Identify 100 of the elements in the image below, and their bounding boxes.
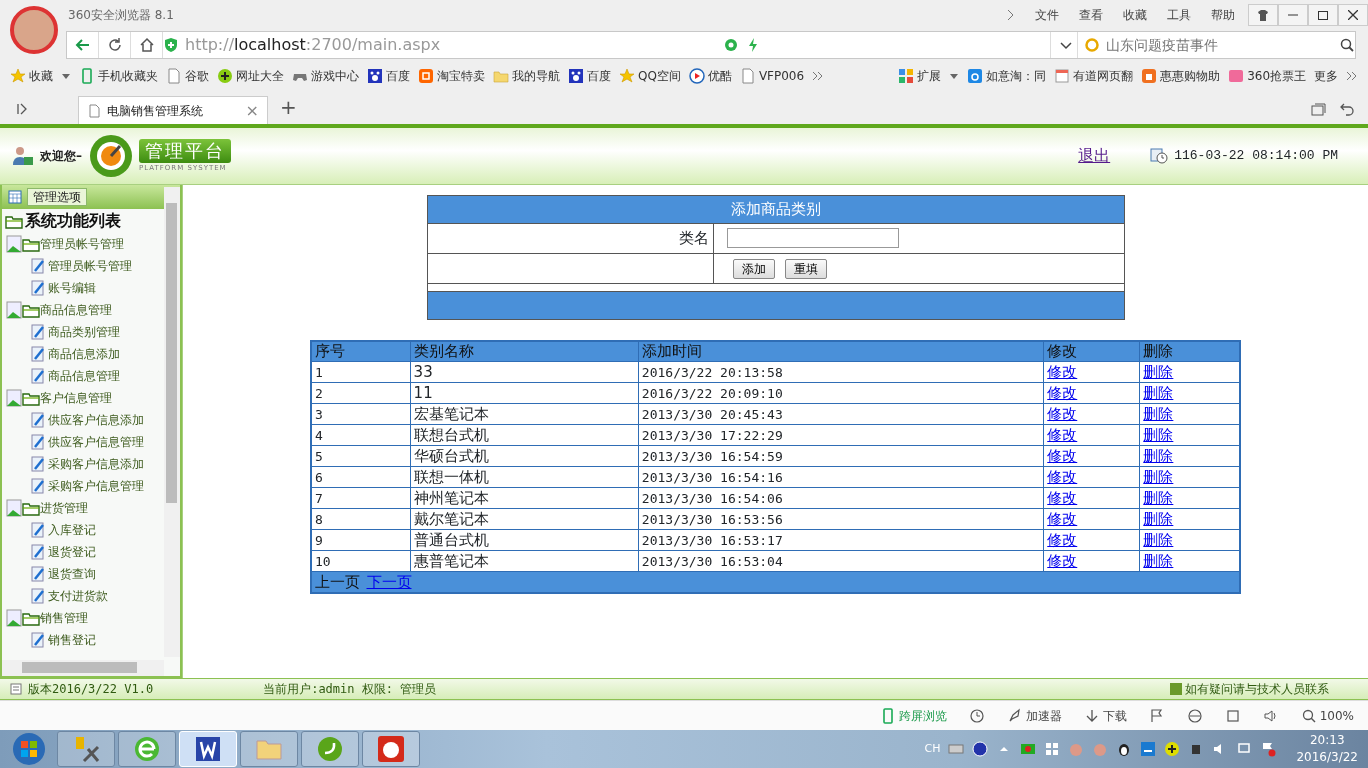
flag-icon[interactable] <box>1260 741 1277 758</box>
menu-item[interactable]: 收藏 <box>1123 6 1147 24</box>
speaker-button[interactable] <box>1262 707 1279 724</box>
menu-item[interactable]: 文件 <box>1035 6 1059 24</box>
tree-item[interactable]: 支付进货款 <box>48 586 108 605</box>
bookmark-link[interactable]: QQ空间 <box>619 67 681 85</box>
bookmark-link[interactable]: 扩展 <box>898 67 942 85</box>
column-header: 序号 <box>311 340 411 362</box>
bookmark-link[interactable]: 优酷 <box>688 67 732 85</box>
tree-root-label: 系统功能列表 <box>25 209 121 232</box>
menu-item[interactable]: 帮助 <box>1211 6 1235 24</box>
bookmark-link[interactable]: 百度 <box>367 67 410 85</box>
window-title: 360安全浏览器 8.1 <box>68 7 174 24</box>
help-text: 如有疑问请与技术人员联系 <box>1185 681 1329 699</box>
maximize-button[interactable] <box>1308 4 1338 26</box>
status-button[interactable]: 100% <box>1300 706 1354 725</box>
paw-icon <box>568 68 584 84</box>
table-cell: 2013/3/30 16:54:59 <box>638 445 1044 467</box>
bookmark-link[interactable]: 淘宝特卖 <box>418 67 485 85</box>
bookmark-link[interactable]: 有道网页翻 <box>1054 67 1134 85</box>
status-button[interactable]: 加速器 <box>1006 706 1062 725</box>
window-button[interactable] <box>1224 707 1241 724</box>
bookmark-link[interactable]: 手机收藏夹 <box>79 67 158 85</box>
name-field[interactable] <box>726 228 899 249</box>
table-cell: 神州笔记本 <box>410 487 639 509</box>
bookmark-link[interactable]: 游戏中心 <box>292 67 359 85</box>
close-button[interactable] <box>1338 4 1368 26</box>
browser-tab[interactable]: 电脑销售管理系统 × <box>78 96 268 124</box>
bookmark-link[interactable]: 百度 <box>568 67 611 85</box>
form-button[interactable]: 添加 <box>733 259 775 280</box>
bookmark-link[interactable]: 更多 <box>1314 67 1339 85</box>
flag-button[interactable] <box>1148 707 1165 724</box>
status-button[interactable]: 跨屏浏览 <box>879 706 947 725</box>
tree-group-item[interactable]: 客户信息管理 <box>40 388 112 407</box>
caret-icon <box>949 71 960 81</box>
note-pencil-icon <box>30 432 46 451</box>
table-cell: 华硕台式机 <box>410 445 639 467</box>
windows-icon[interactable] <box>1044 741 1061 758</box>
ticket-icon <box>1228 68 1245 84</box>
tree-item[interactable]: 账号编辑 <box>48 278 96 297</box>
menu-item[interactable]: 查看 <box>1079 6 1103 24</box>
tree-group-item[interactable]: 商品信息管理 <box>40 300 112 319</box>
clock-button[interactable] <box>968 707 985 724</box>
horizontal-scrollbar[interactable] <box>2 660 164 677</box>
new-tab-button[interactable]: + <box>280 92 297 122</box>
taskbar-app[interactable] <box>57 731 115 768</box>
table-cell: 联想一体机 <box>410 466 639 488</box>
menu-item[interactable]: 工具 <box>1167 6 1191 24</box>
table-cell: 10 <box>311 550 411 572</box>
plus-icon <box>217 68 233 84</box>
minimize-icon <box>1288 14 1298 16</box>
column-header: 删除 <box>1139 340 1240 362</box>
tree-item[interactable]: 退货登记 <box>48 542 96 561</box>
tree-item[interactable]: 商品信息添加 <box>48 344 120 363</box>
taskbar-app[interactable] <box>362 731 420 768</box>
browser-e-button[interactable] <box>1186 707 1203 724</box>
bookmark-link[interactable]: 惠惠购物助 <box>1141 67 1221 85</box>
tree-group-item[interactable]: 管理员帐号管理 <box>40 234 124 253</box>
tree-item[interactable]: 退货查询 <box>48 564 96 583</box>
calculator-icon <box>10 683 22 696</box>
tree-item[interactable]: 采购客户信息管理 <box>48 476 144 495</box>
form-button[interactable]: 重填 <box>785 259 827 280</box>
tree-item[interactable]: 采购客户信息添加 <box>48 454 144 473</box>
version-text: 版本2016/3/22 V1.0 <box>28 681 154 699</box>
bookmark-link[interactable]: 如意淘：同 <box>967 67 1047 85</box>
tree-item[interactable]: 商品信息管理 <box>48 366 120 385</box>
image-icon <box>6 608 22 627</box>
clock-time: 20:13 <box>1308 732 1346 750</box>
vertical-scrollbar[interactable] <box>164 186 180 657</box>
bookmark-link[interactable]: 收藏 <box>10 67 53 85</box>
bookmark-link[interactable]: 360抢票王 <box>1228 67 1307 85</box>
tree-item[interactable]: 商品类别管理 <box>48 322 120 341</box>
form-title: 添加商品类别 <box>427 195 1124 224</box>
table-cell: 联想台式机 <box>410 424 639 446</box>
undo-icon <box>1339 101 1355 118</box>
tree-item[interactable]: 供应客户信息管理 <box>48 432 144 451</box>
tree-group-item[interactable]: 进货管理 <box>40 498 88 517</box>
note-pencil-icon <box>30 520 46 539</box>
taskbar-app[interactable] <box>118 731 176 768</box>
bookmark-link[interactable]: 谷歌 <box>166 67 209 85</box>
tree-item[interactable]: 销售登记 <box>48 630 96 649</box>
table-cell: 2016/3/22 20:09:10 <box>638 382 1044 404</box>
logout-link[interactable]: 退出 <box>1078 143 1111 168</box>
clock-date: 2016/3/22 <box>1296 749 1358 767</box>
bookmark-link[interactable]: VFP006 <box>739 67 805 85</box>
tree-item[interactable]: 供应客户信息添加 <box>48 410 144 429</box>
tree-item[interactable]: 管理员帐号管理 <box>48 256 132 275</box>
calendar-icon <box>8 189 22 204</box>
close-tab-button[interactable]: × <box>245 98 259 123</box>
plus-icon[interactable] <box>1164 741 1181 758</box>
skin-button[interactable] <box>1248 4 1278 26</box>
tree-item[interactable]: 入库登记 <box>48 520 96 539</box>
window-icon <box>1224 707 1241 724</box>
bookmark-link[interactable]: 网址大全 <box>217 67 284 85</box>
status-button[interactable]: 下载 <box>1083 706 1127 725</box>
note-pencil-icon <box>30 586 46 605</box>
tree-group-item[interactable]: 销售管理 <box>40 608 88 627</box>
bookmark-link[interactable]: 我的导航 <box>493 67 560 85</box>
sidebar-options-button[interactable]: 管理选项 <box>27 187 87 206</box>
note-pencil-icon <box>30 344 46 363</box>
